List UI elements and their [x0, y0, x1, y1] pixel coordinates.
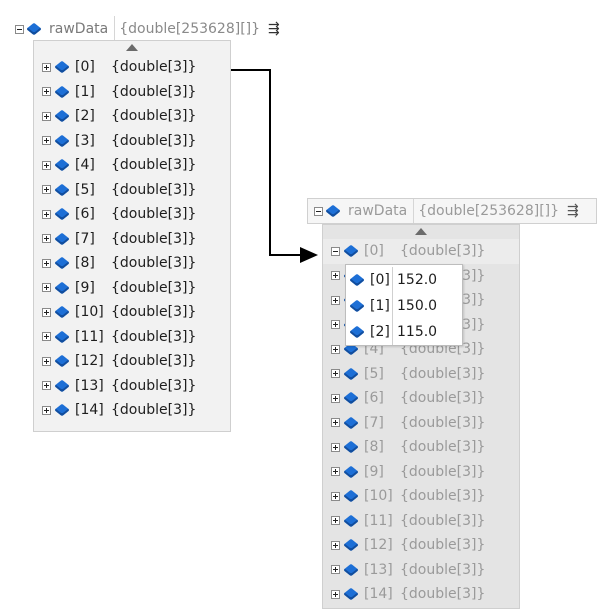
connector-arrow — [231, 69, 318, 263]
